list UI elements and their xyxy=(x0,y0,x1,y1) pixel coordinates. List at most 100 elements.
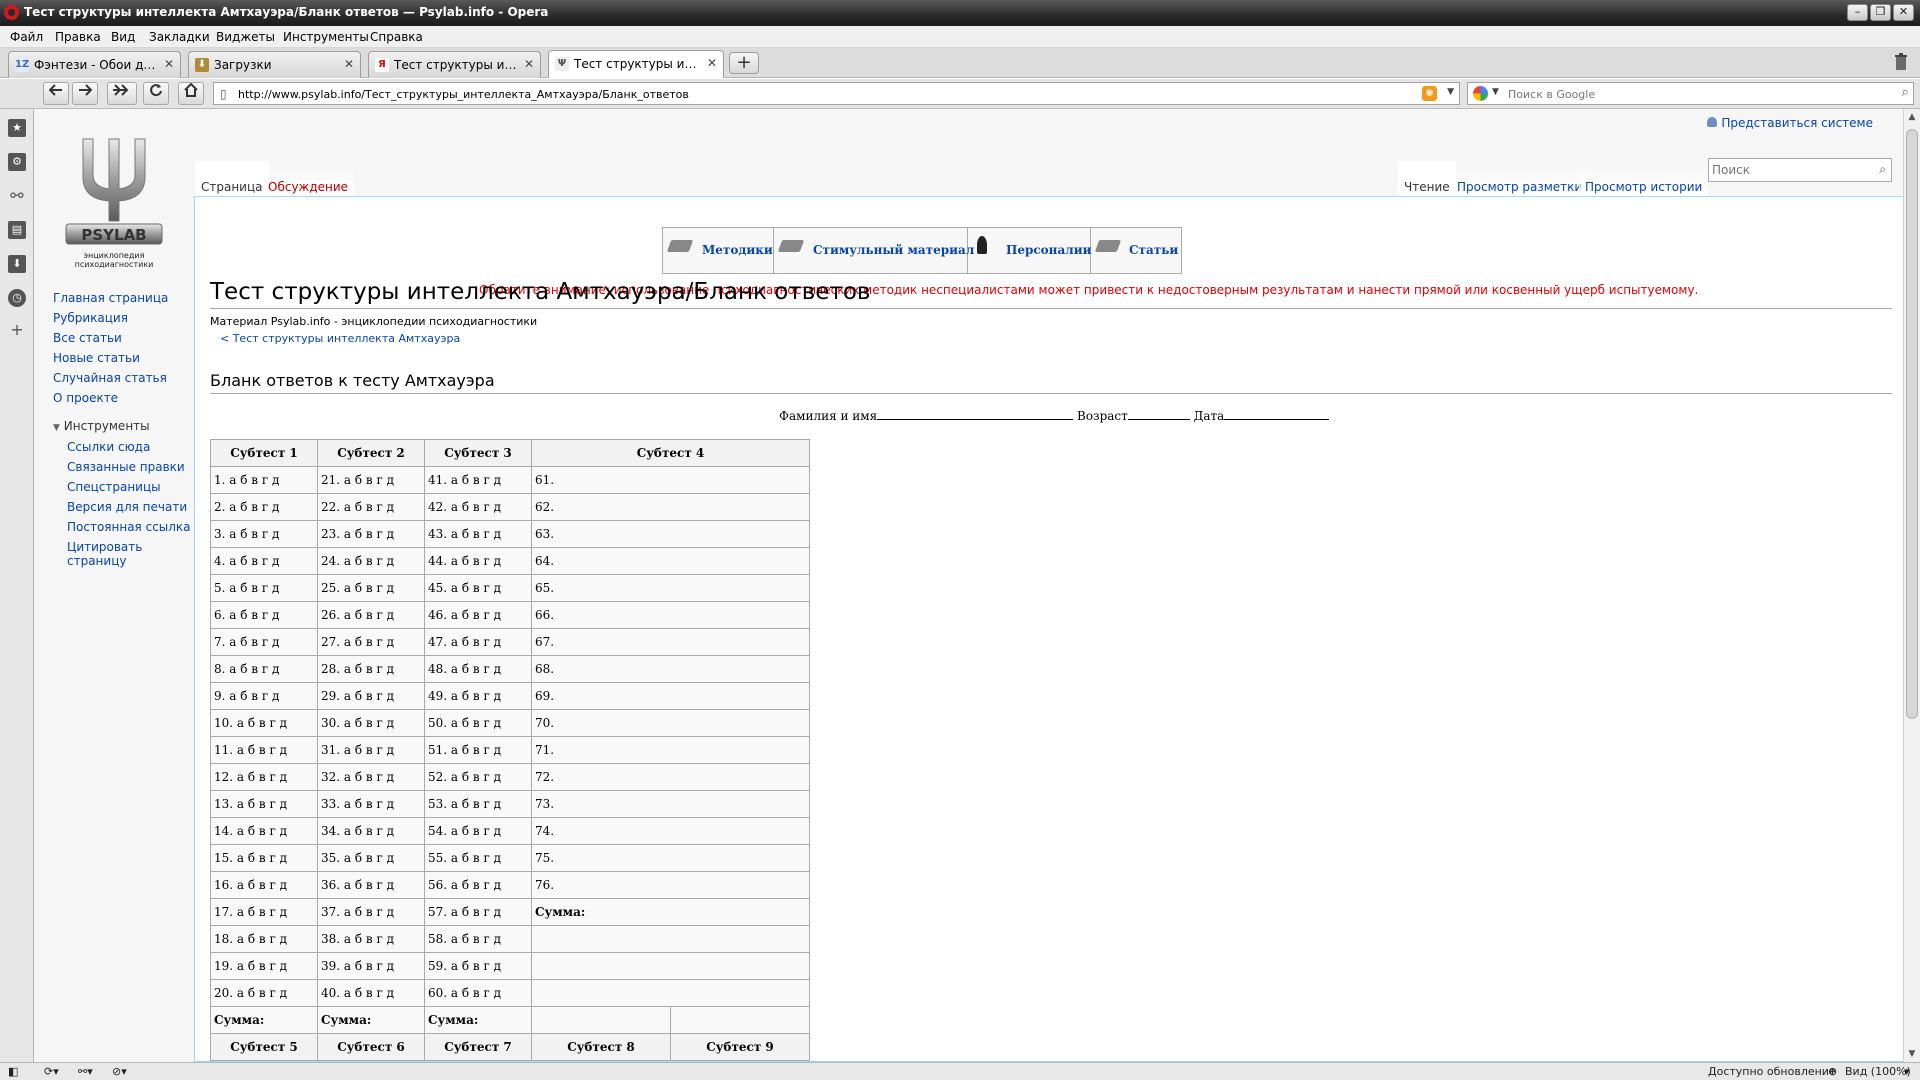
answer-cell: 23. а б в г д xyxy=(317,520,425,548)
add-panel-icon[interactable]: + xyxy=(8,321,26,339)
links-panel-icon[interactable]: ⚯ xyxy=(8,187,26,205)
answer-cell: 26. а б в г д xyxy=(317,601,425,629)
name-blank xyxy=(877,408,1074,420)
new-tab-button[interactable]: + xyxy=(729,52,759,74)
category-personalities[interactable]: Персоналии xyxy=(968,228,1092,273)
notes-panel-icon[interactable]: ▤ xyxy=(8,221,26,239)
answer-cell: 27. а б в г д xyxy=(317,628,425,656)
window-title-bar: Тест структуры интеллекта Амтхауэра/Блан… xyxy=(0,0,1920,26)
tool-related-changes[interactable]: Связанные правки xyxy=(67,460,185,474)
history-panel-icon[interactable]: ◷ xyxy=(8,289,26,307)
category-articles[interactable]: Статьи xyxy=(1091,228,1181,273)
tab-page[interactable]: Страница xyxy=(195,161,269,196)
sidebar-item-all-articles[interactable]: Все статьи xyxy=(53,331,122,345)
category-methods[interactable]: Методики xyxy=(663,228,774,273)
url-dropdown-icon[interactable]: ▼ xyxy=(1447,87,1454,97)
tab-view-history[interactable]: Просмотр истории xyxy=(1579,161,1709,196)
wiki-search-input[interactable] xyxy=(1712,162,1862,178)
tab-trash-icon[interactable] xyxy=(1893,52,1911,74)
google-search-field[interactable]: ▼ Поиск в Google ⌕ xyxy=(1467,82,1914,105)
close-tab-icon[interactable]: ✕ xyxy=(164,57,174,71)
search-icon[interactable]: ⌕ xyxy=(1902,85,1909,100)
update-available[interactable]: Доступно обновление xyxy=(1708,1065,1836,1078)
fast-forward-button[interactable] xyxy=(107,82,137,105)
menu-tools[interactable]: Инструменты xyxy=(283,30,369,44)
close-tab-icon[interactable]: ✕ xyxy=(707,56,717,70)
scroll-down-icon[interactable]: ▼ xyxy=(1904,1046,1920,1062)
scroll-thumb[interactable] xyxy=(1906,129,1918,719)
turbo-icon[interactable]: ⊘▾ xyxy=(112,1065,127,1078)
answer-cell: 57. а б в г д xyxy=(424,898,532,926)
answer-cell: 15. а б в г д xyxy=(210,844,318,872)
tab-active-test[interactable]: Ψ Тест структуры интелл... ✕ xyxy=(548,50,724,78)
tab-read[interactable]: Чтение xyxy=(1398,161,1456,196)
address-toolbar: ▯ http://www.psylab.info/Тест_структуры_… xyxy=(0,79,1920,109)
header-subtest-9: Субтест 9 xyxy=(670,1033,810,1061)
menu-edit[interactable]: Правка xyxy=(55,30,101,44)
header-subtest-2: Субтест 2 xyxy=(317,439,425,467)
home-button[interactable] xyxy=(178,82,204,105)
zoom-level[interactable]: Вид (100%) xyxy=(1845,1065,1911,1078)
google-icon[interactable] xyxy=(1473,86,1488,101)
reload-button[interactable] xyxy=(143,82,169,105)
bookmarks-panel-icon[interactable]: ★ xyxy=(8,119,26,137)
menu-widgets[interactable]: Виджеты xyxy=(216,30,275,44)
sidebar-item-main-page[interactable]: Главная страница xyxy=(53,291,168,305)
sidebar-item-about[interactable]: О проекте xyxy=(53,391,118,405)
answer-cell-subtest-4: 67. xyxy=(531,628,810,656)
answer-cell: 12. а б в г д xyxy=(210,763,318,791)
tool-cite-page[interactable]: Цитировать страницу xyxy=(67,540,157,568)
back-button[interactable] xyxy=(43,82,69,105)
tab-yandex-test[interactable]: Я Тест структуры интелл... ✕ xyxy=(368,51,541,78)
tab-fantasy[interactable]: 1Z Фэнтези - Обои для ра... ✕ xyxy=(8,51,181,78)
table-row: 11. а б в г д 31. а б в г д 51. а б в г д7… xyxy=(210,736,810,764)
tool-print-version[interactable]: Версия для печати xyxy=(67,500,187,514)
search-engine-dropdown-icon[interactable]: ▼ xyxy=(1492,87,1499,97)
unite-icon[interactable]: ⚯▾ xyxy=(78,1065,93,1078)
sidebar-item-new-articles[interactable]: Новые статьи xyxy=(53,351,140,365)
answer-cell: 4. а б в г д xyxy=(210,547,318,575)
panel-toggle-icon[interactable]: ◧ xyxy=(8,1065,18,1078)
search-icon[interactable]: ⌕ xyxy=(1879,162,1886,177)
zoom-dropdown-icon[interactable]: ▾ xyxy=(1904,1065,1910,1078)
scroll-up-icon[interactable]: ▲ xyxy=(1904,109,1920,125)
menu-bookmarks[interactable]: Закладки xyxy=(149,30,210,44)
vertical-scrollbar[interactable]: ▲ ▼ xyxy=(1903,109,1920,1062)
wiki-search-box[interactable]: ⌕ xyxy=(1708,158,1892,182)
sync-icon[interactable]: ⟳▾ xyxy=(44,1065,59,1078)
psylab-logo[interactable]: PSYLAB энциклопедия психодиагностики xyxy=(44,129,184,269)
tool-what-links-here[interactable]: Ссылки сюда xyxy=(67,440,150,454)
tab-downloads[interactable]: ⬇ Загрузки ✕ xyxy=(188,51,361,78)
maximize-button[interactable]: ❐ xyxy=(1870,4,1891,21)
tool-special-pages[interactable]: Спецстраницы xyxy=(67,480,161,494)
tools-heading[interactable]: ▼ Инструменты xyxy=(53,419,150,433)
sidebar-item-random-article[interactable]: Случайная статья xyxy=(53,371,167,385)
tab-discussion[interactable]: Обсуждение xyxy=(262,161,355,196)
zoom-icon[interactable]: ⊕ xyxy=(1828,1065,1837,1078)
table-sum-row: Сумма: Сумма: Сумма: xyxy=(210,1006,810,1034)
answer-cell: 37. а б в г д xyxy=(317,898,425,926)
yandex-icon: Я xyxy=(375,58,389,72)
rss-feed-icon[interactable]: ◉ xyxy=(1422,86,1437,101)
close-tab-icon[interactable]: ✕ xyxy=(524,57,534,71)
menu-file[interactable]: Файл xyxy=(10,30,43,44)
answer-cell-subtest-4: Сумма: xyxy=(531,898,810,926)
parent-page-link[interactable]: < Тест структуры интеллекта Амтхауэра xyxy=(220,332,460,345)
minimize-button[interactable]: – xyxy=(1847,4,1868,21)
menu-help[interactable]: Справка xyxy=(370,30,423,44)
widgets-panel-icon[interactable]: ⚙ xyxy=(8,153,26,171)
answer-cell-subtest-4 xyxy=(531,952,810,980)
address-field[interactable]: ▯ http://www.psylab.info/Тест_структуры_… xyxy=(213,82,1460,105)
menu-view[interactable]: Вид xyxy=(111,30,135,44)
tool-permanent-link[interactable]: Постоянная ссылка xyxy=(67,520,191,534)
forward-button[interactable] xyxy=(72,82,98,105)
sidebar-item-rubrication[interactable]: Рубрикация xyxy=(53,311,128,325)
close-tab-icon[interactable]: ✕ xyxy=(344,57,354,71)
login-link[interactable]: Представиться системе xyxy=(1707,116,1873,130)
header-subtest-3: Субтест 3 xyxy=(424,439,532,467)
answer-cell: 55. а б в г д xyxy=(424,844,532,872)
close-window-button[interactable]: ✕ xyxy=(1893,4,1914,21)
downloads-panel-icon[interactable]: ⬇ xyxy=(8,255,26,273)
tab-view-source[interactable]: Просмотр разметки xyxy=(1451,161,1589,196)
category-stimulus-material[interactable]: Стимульный материал xyxy=(774,228,974,273)
